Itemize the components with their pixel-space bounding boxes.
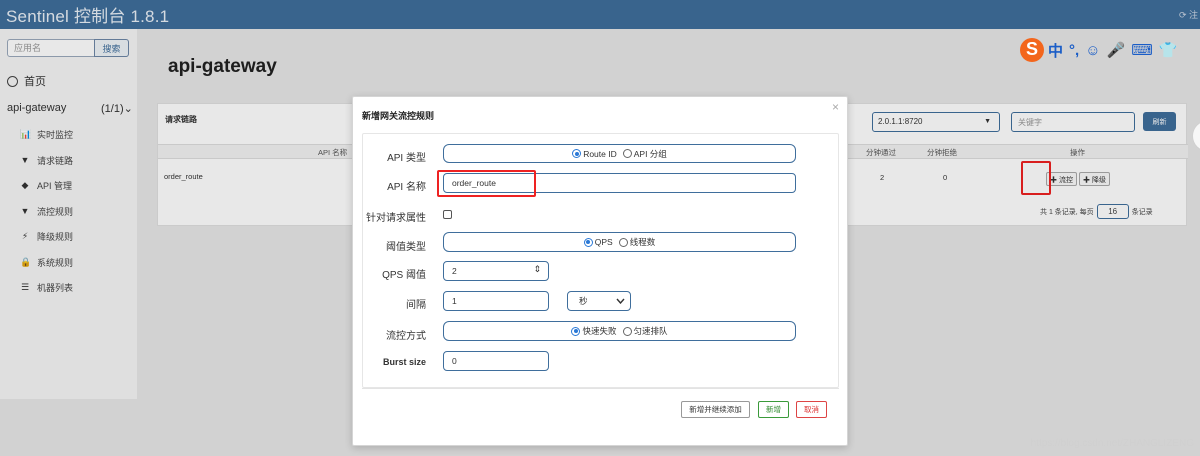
qps-threshold-value: 2 [452, 266, 457, 276]
add-and-continue-button[interactable]: 新增并继续添加 [681, 401, 750, 418]
chevron-down-icon [616, 298, 625, 304]
interval-input[interactable]: 1 [443, 291, 549, 311]
radio-selected-icon [572, 149, 582, 158]
watermark: https://blog.csdn.net/ZHANGLIZENG [1030, 438, 1194, 449]
radio-icon [622, 326, 632, 336]
stepper-icon[interactable]: ⇕ [533, 264, 541, 275]
param-attr-label: 针对请求属性 [366, 213, 426, 224]
qps-threshold-input[interactable]: 2 ⇕ [443, 261, 549, 281]
threshold-type-qps-option[interactable]: QPS [583, 237, 613, 247]
api-type-api-group-option[interactable]: API 分组 [622, 148, 667, 160]
emoji-icon[interactable]: ☺ [1085, 42, 1100, 59]
highlight-box-api-name [437, 170, 536, 197]
dialog-footer-divider [362, 388, 839, 389]
interval-label: 间隔 [406, 300, 426, 311]
qps-threshold-label: QPS 阈值 [382, 270, 426, 281]
close-icon[interactable]: × [832, 100, 839, 114]
option-label: API 分组 [633, 148, 667, 159]
skin-icon[interactable]: 👕 [1159, 41, 1178, 59]
add-button[interactable]: 新增 [758, 401, 789, 418]
radio-icon [618, 237, 628, 247]
punctuation-icon[interactable]: °, [1069, 42, 1079, 59]
threshold-type-label: 阈值类型 [386, 242, 426, 253]
cancel-button[interactable]: 取消 [796, 401, 827, 418]
option-label: QPS [594, 237, 613, 247]
dialog-form [362, 133, 839, 388]
control-behavior-label: 流控方式 [386, 331, 426, 342]
interval-unit-select[interactable]: 秒 [567, 291, 631, 311]
burst-size-value: 0 [452, 356, 457, 366]
control-fast-fail-option[interactable]: 快速失败 [571, 325, 617, 337]
option-label: 线程数 [629, 237, 656, 247]
threshold-type-radio-group: QPS 线程数 [443, 232, 796, 252]
threshold-type-thread-option[interactable]: 线程数 [618, 236, 656, 248]
radio-icon [622, 149, 632, 158]
radio-selected-icon [583, 237, 593, 247]
option-label: Route ID [583, 148, 617, 159]
param-attr-checkbox[interactable] [443, 210, 452, 219]
control-behavior-radio-group: 快速失败 匀速排队 [443, 321, 796, 341]
option-label: 匀速排队 [633, 326, 668, 336]
microphone-icon[interactable]: 🎤 [1107, 41, 1126, 59]
api-type-radio-group: Route ID API 分组 [443, 144, 796, 163]
api-type-route-id-option[interactable]: Route ID [572, 149, 617, 159]
option-label: 快速失败 [582, 326, 617, 336]
api-type-label: API 类型 [387, 153, 426, 164]
control-queue-option[interactable]: 匀速排队 [622, 325, 668, 337]
dialog-title: 新增网关流控规则 [362, 111, 435, 121]
burst-size-label: Burst size [382, 357, 426, 367]
interval-unit-value: 秒 [579, 296, 588, 306]
keyboard-icon[interactable]: ⌨ [1131, 41, 1153, 59]
ime-toolbar[interactable]: S 中 °, ☺ 🎤 ⌨ 👕 [1020, 37, 1184, 63]
interval-value: 1 [452, 296, 457, 306]
sogou-logo-icon: S [1020, 38, 1044, 62]
chinese-mode-icon[interactable]: 中 [1048, 40, 1063, 61]
api-name-label: API 名称 [387, 182, 426, 193]
radio-selected-icon [571, 326, 581, 336]
burst-size-input[interactable]: 0 [443, 351, 549, 371]
